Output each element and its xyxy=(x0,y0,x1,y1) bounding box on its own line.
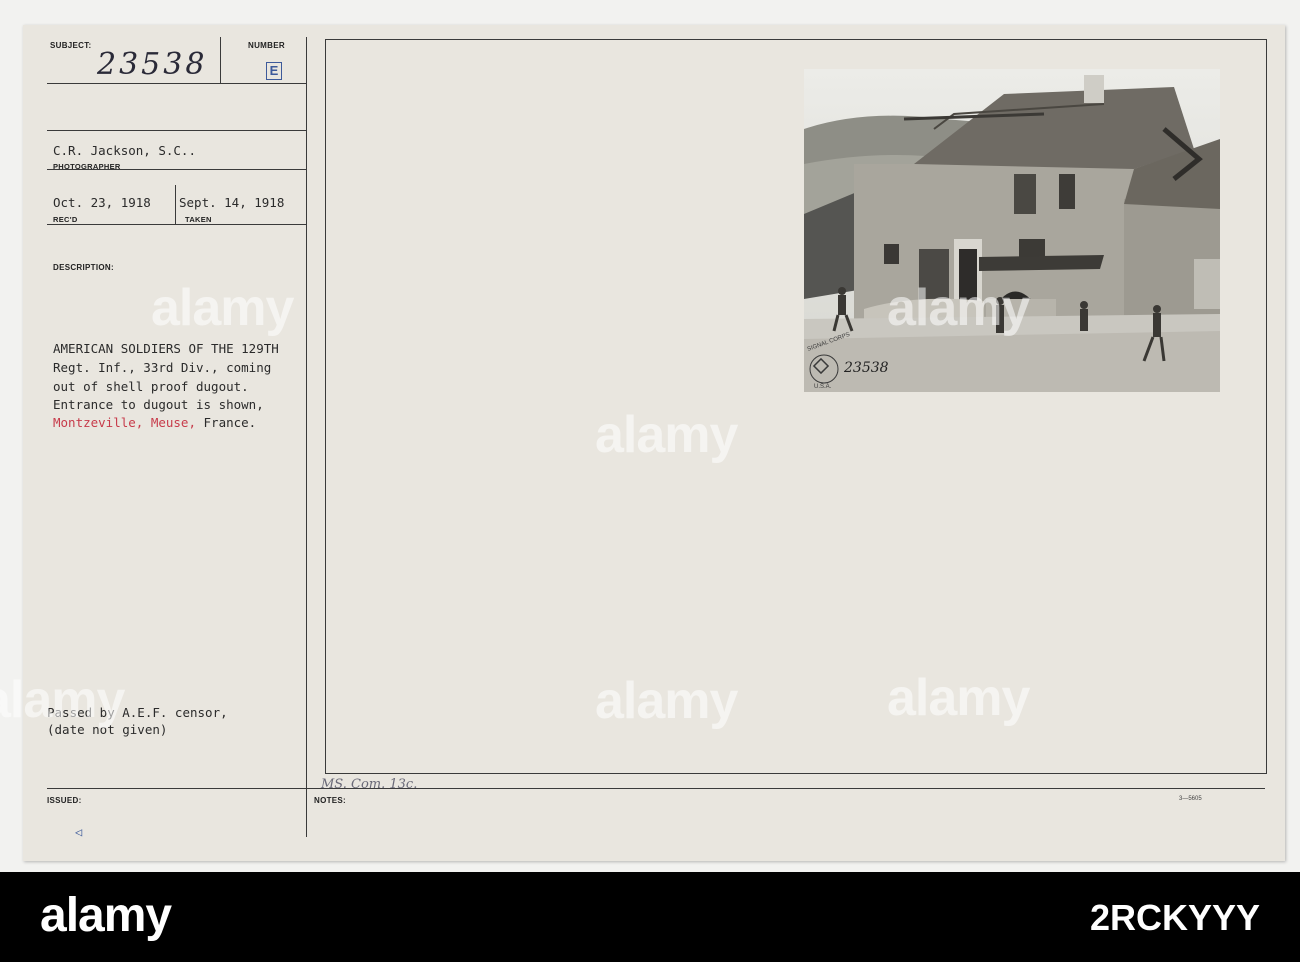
subject-handwritten: 23538 xyxy=(97,47,208,82)
country-name: France. xyxy=(203,415,257,430)
watermark: alamy xyxy=(887,669,1030,727)
description-label: DESCRIPTION: xyxy=(53,263,114,272)
bottom-rule xyxy=(47,788,1265,789)
received-label: REC'D xyxy=(53,215,78,224)
date-divider xyxy=(175,185,176,225)
watermark: alamy xyxy=(595,406,738,464)
image-id: 2RCKYYY xyxy=(1089,897,1260,938)
photographer-name: C.R. Jackson, S.C.. xyxy=(53,143,196,158)
photo-number: 23538 xyxy=(843,360,889,376)
number-label: NUMBER xyxy=(248,41,285,50)
notes-label: NOTES: xyxy=(314,796,347,805)
photographer-topline xyxy=(47,130,306,131)
watermark: alamy xyxy=(887,279,1030,337)
svg-text:U.S.A.: U.S.A. xyxy=(814,384,832,390)
received-date: Oct. 23, 1918 xyxy=(53,195,151,210)
description-place: Montzeville, Meuse, France. xyxy=(53,415,256,430)
description-line-1: AMERICAN SOLDIERS OF THE 129TH xyxy=(53,341,279,356)
description-line-4: Entrance to dugout is shown, xyxy=(53,397,264,412)
taken-date: Sept. 14, 1918 xyxy=(179,195,285,210)
number-stamp: E xyxy=(266,62,282,80)
place-name: Montzeville, Meuse, xyxy=(53,415,196,430)
description-line-3: out of shell proof dugout. xyxy=(53,379,249,394)
subject-underline xyxy=(47,83,306,84)
taken-label: TAKEN xyxy=(185,215,212,224)
photograph: U.S.A. SIGNAL CORPS 23538 xyxy=(804,69,1220,392)
watermark: alamy xyxy=(0,671,125,729)
watermark: alamy xyxy=(595,672,738,730)
issued-label: ISSUED: xyxy=(47,796,82,805)
left-column-divider xyxy=(306,37,307,837)
alamy-logo: alamy xyxy=(40,889,172,942)
ruined-house-image: U.S.A. SIGNAL CORPS 23538 xyxy=(804,69,1220,392)
watermark: alamy xyxy=(151,279,294,337)
photographer-label: PHOTOGRAPHER xyxy=(53,162,121,171)
description-line-2: Regt. Inf., 33rd Div., coming xyxy=(53,360,272,375)
form-number: 3—5605 xyxy=(1179,796,1202,802)
subject-label: SUBJECT: xyxy=(50,41,92,50)
notes-handwritten: MS. Com. 13c. xyxy=(321,777,418,792)
date-underline xyxy=(47,224,306,225)
issued-mark: ◁ xyxy=(75,825,83,839)
subject-number-divider xyxy=(220,37,221,83)
